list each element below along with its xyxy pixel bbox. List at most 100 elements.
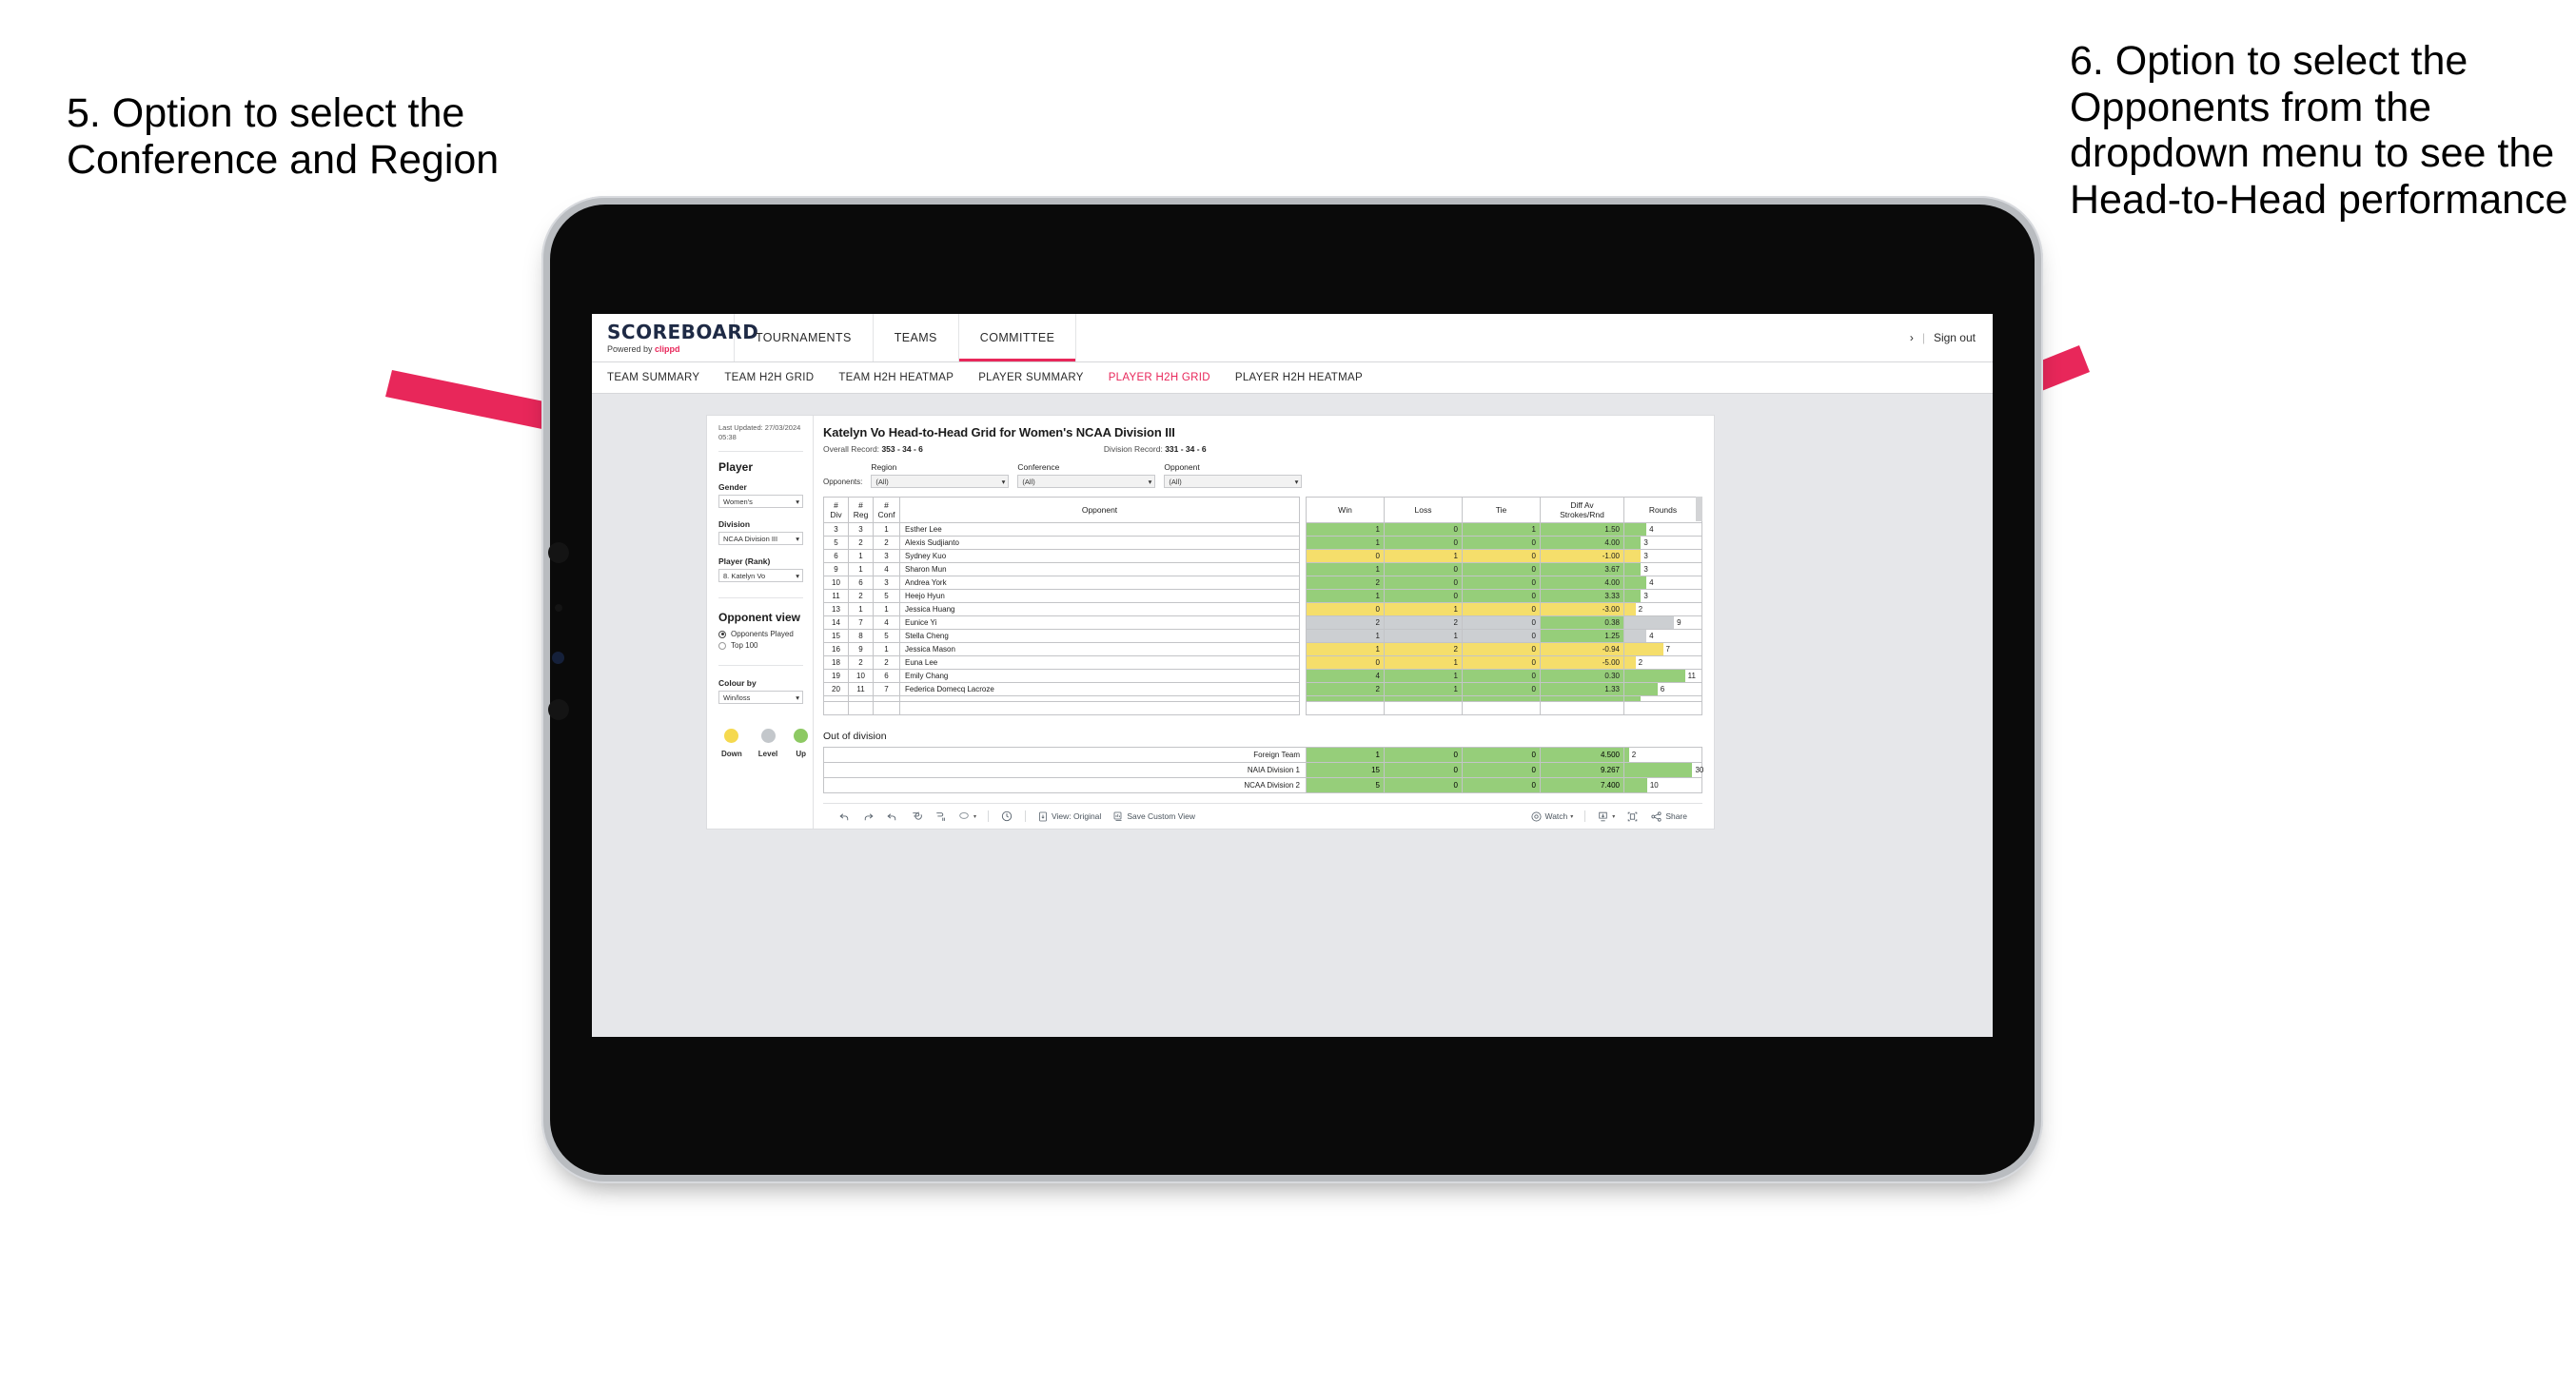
table-row[interactable]: 13 1 1 Jessica Huang 0 1 0 -3.00 2 — [823, 602, 1702, 616]
table-row[interactable]: 10 6 3 Andrea York 2 0 0 4.00 4 — [823, 576, 1702, 590]
rounds-bar — [1624, 576, 1647, 589]
redo-icon[interactable] — [856, 810, 880, 823]
opponent-filter-value: (All) — [1169, 477, 1182, 486]
subnav-item-player-h2h-grid[interactable]: PLAYER H2H GRID — [1109, 372, 1210, 383]
out-of-division-row[interactable]: Foreign Team 1 0 0 4.500 2 — [823, 747, 1702, 763]
conference-filter-select[interactable]: (All) ▾ — [1017, 475, 1156, 488]
cell-conf-rank: 1 — [873, 522, 900, 537]
legend-label-down: Down — [721, 750, 742, 759]
cell-rounds: 9 — [1623, 615, 1702, 630]
cell-rounds: 2 — [1623, 747, 1702, 763]
radio-top-100[interactable]: Top 100 — [718, 641, 803, 650]
overall-record-label: Overall Record: — [823, 444, 880, 454]
table-row[interactable]: 11 2 5 Heejo Hyun 1 0 0 3.33 3 — [823, 589, 1702, 603]
cell-opponent-name: Esther Lee — [899, 522, 1300, 537]
player-rank-select[interactable]: 8. Katelyn Vo ▾ — [718, 569, 803, 583]
table-header-tie[interactable]: Tie — [1462, 497, 1541, 523]
download-icon[interactable]: ▾ — [1591, 810, 1621, 823]
table-header-diff-av-strokes-rnd[interactable]: Diff Av Strokes/Rnd — [1540, 497, 1624, 523]
cell-win: 1 — [1306, 642, 1385, 656]
cell-reg-rank: 7 — [848, 615, 874, 630]
out-of-division-row[interactable]: NAIA Division 1 15 0 0 9.267 30 — [823, 762, 1703, 778]
table-row[interactable]: 15 8 5 Stella Cheng 1 1 0 1.25 4 — [823, 629, 1702, 643]
conference-filter: Conference (All) ▾ — [1017, 462, 1156, 488]
cell-rounds: 3 — [1623, 549, 1702, 563]
share-button[interactable]: Share — [1644, 810, 1693, 823]
table-header-reg[interactable]: # Reg — [848, 497, 874, 523]
cell-diff-av-strokes: -5.00 — [1540, 655, 1624, 670]
table-row[interactable]: 16 9 1 Jessica Mason 1 2 0 -0.94 7 — [823, 642, 1702, 656]
cell-div-rank: 16 — [823, 642, 849, 656]
cell-win: 0 — [1306, 655, 1385, 670]
subnav-item-team-summary[interactable]: TEAM SUMMARY — [607, 372, 699, 383]
rounds-value: 2 — [1631, 751, 1637, 759]
table-header-conf[interactable]: # Conf — [873, 497, 900, 523]
topnav-item-tournaments[interactable]: TOURNAMENTS — [735, 314, 874, 361]
subnav-item-player-h2h-heatmap[interactable]: PLAYER H2H HEATMAP — [1235, 372, 1363, 383]
table-row[interactable]: 14 7 4 Eunice Yi 2 2 0 0.38 9 — [823, 615, 1702, 630]
cell-diff-av-strokes: 1.25 — [1540, 629, 1624, 643]
table-header-rounds[interactable]: Rounds — [1623, 497, 1702, 523]
table-row[interactable]: 19 10 6 Emily Chang 4 1 0 0.30 11 — [823, 669, 1702, 683]
watch-button[interactable]: Watch ▾ — [1524, 810, 1580, 823]
topnav-item-teams[interactable]: TEAMS — [874, 314, 959, 361]
cell-empty — [1623, 701, 1702, 715]
rounds-bar — [1624, 630, 1647, 642]
cell-reg-rank: 2 — [848, 655, 874, 670]
cell-tie: 0 — [1462, 549, 1541, 563]
chevron-down-icon: ▾ — [796, 571, 799, 580]
topnav-item-committee[interactable]: COMMITTEE — [959, 314, 1077, 361]
table-header-loss[interactable]: Loss — [1384, 497, 1463, 523]
cell-win: 1 — [1306, 536, 1385, 550]
table-header-win[interactable]: Win — [1306, 497, 1385, 523]
device-layout-icon[interactable] — [1621, 810, 1644, 823]
radio-opponents-played[interactable]: Opponents Played — [718, 630, 803, 638]
division-select[interactable]: NCAA Division III ▾ — [718, 532, 803, 546]
cell-reg-rank: 2 — [848, 589, 874, 603]
page-title: Katelyn Vo Head-to-Head Grid for Women's… — [823, 425, 1175, 439]
cell-win: 5 — [1306, 777, 1385, 793]
cell-empty — [1299, 701, 1307, 715]
rounds-bar — [1624, 763, 1693, 777]
table-row[interactable]: 9 1 4 Sharon Mun 1 0 0 3.67 3 — [823, 562, 1702, 576]
table-row[interactable]: 5 2 2 Alexis Sudjianto 1 0 0 4.00 3 — [823, 536, 1702, 550]
save-custom-view-button[interactable]: Save Custom View — [1107, 810, 1201, 823]
pause-auto-update-icon[interactable] — [994, 810, 1019, 823]
table-header-opponent[interactable]: Opponent — [899, 497, 1300, 523]
table-header-div[interactable]: # Div — [823, 497, 849, 523]
app-logo[interactable]: SCOREBOARD Powered by clippd — [592, 314, 758, 361]
cell-loss: 1 — [1384, 682, 1463, 696]
out-of-division-row[interactable]: NCAA Division 2 5 0 0 7.400 10 — [823, 777, 1702, 793]
undo-icon[interactable] — [833, 810, 856, 823]
cell-partial — [1623, 695, 1702, 702]
table-row[interactable]: 3 3 1 Esther Lee 1 0 1 1.50 4 — [823, 522, 1702, 537]
cell-reg-rank: 1 — [848, 549, 874, 563]
subnav-item-player-summary[interactable]: PLAYER SUMMARY — [978, 372, 1084, 383]
table-row[interactable]: 20 11 7 Federica Domecq Lacroze 2 1 0 1.33 6 — [823, 682, 1702, 696]
view-original-button[interactable]: View: Original — [1032, 810, 1107, 823]
table-row[interactable]: 18 2 2 Euna Lee 0 1 0 -5.00 2 — [823, 655, 1702, 670]
refresh-data-icon[interactable] — [904, 810, 928, 823]
cell-div-rank: 6 — [823, 549, 849, 563]
cell-div-rank: 14 — [823, 615, 849, 630]
cell-div-rank: 3 — [823, 522, 849, 537]
cell-win: 1 — [1306, 589, 1385, 603]
subnav-item-team-h2h-heatmap[interactable]: TEAM H2H HEATMAP — [838, 372, 954, 383]
tablet-microphone — [555, 604, 562, 612]
cell-win: 15 — [1306, 762, 1385, 778]
table-row[interactable]: 6 1 3 Sydney Kuo 0 1 0 -1.00 3 — [823, 549, 1702, 563]
revert-icon[interactable] — [880, 810, 904, 823]
chevron-right-icon[interactable]: › — [1910, 331, 1914, 344]
region-filter: Region (All) ▾ — [871, 462, 1010, 488]
cell-empty — [1462, 701, 1541, 715]
gender-select[interactable]: Women's ▾ — [718, 495, 803, 509]
region-filter-select[interactable]: (All) ▾ — [871, 475, 1010, 488]
sign-out-link[interactable]: Sign out — [1934, 331, 1976, 344]
lasso-select-icon[interactable]: ▾ — [952, 810, 982, 823]
opponent-filter-select[interactable]: (All) ▾ — [1164, 475, 1303, 488]
subnav-item-team-h2h-grid[interactable]: TEAM H2H GRID — [724, 372, 814, 383]
vertical-scrollbar[interactable] — [1696, 497, 1702, 521]
pause-updates-icon[interactable] — [928, 810, 952, 823]
colour-by-select[interactable]: Win/loss ▾ — [718, 691, 803, 705]
